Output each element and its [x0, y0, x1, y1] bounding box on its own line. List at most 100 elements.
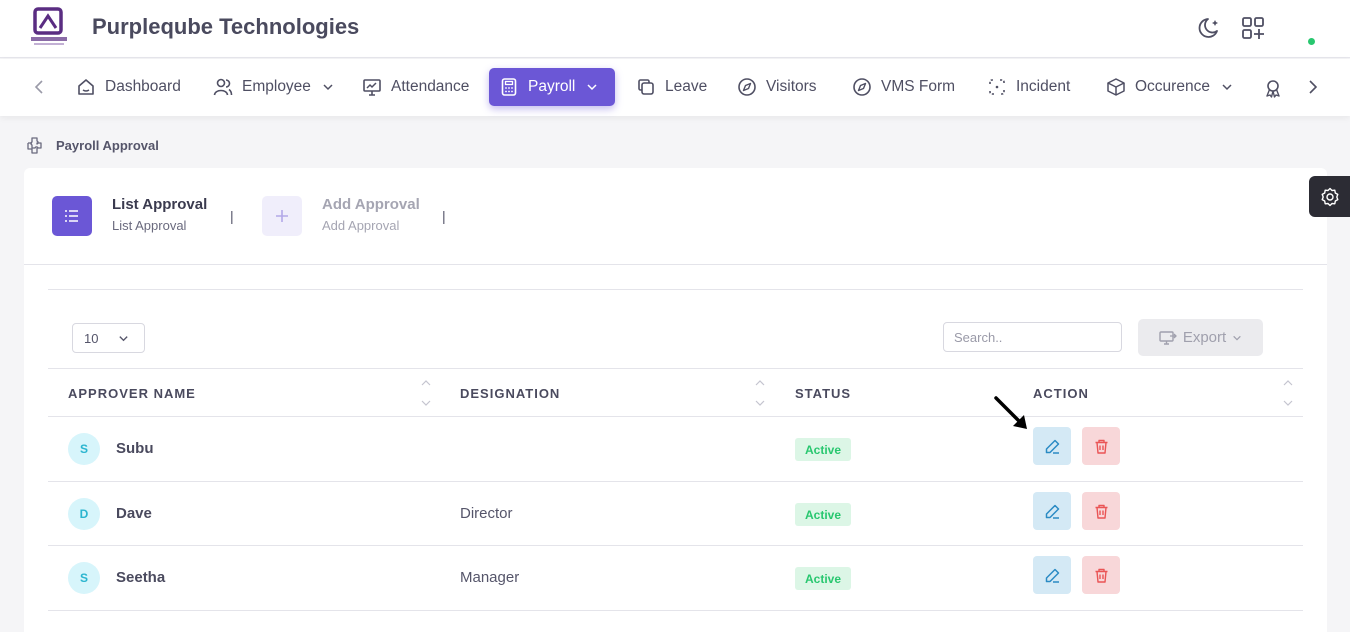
nav-leave[interactable]: Leave — [626, 68, 717, 106]
copy-icon — [638, 79, 654, 95]
avatar: S — [68, 562, 100, 594]
approver-name: Seetha — [116, 569, 166, 586]
nav-visitors[interactable]: Visitors — [727, 68, 827, 106]
delete-button[interactable] — [1082, 427, 1120, 465]
nav-occurence[interactable]: Occurence — [1096, 68, 1243, 106]
table-row: S Subu Active — [48, 417, 1303, 482]
chevron-down-icon — [323, 84, 333, 91]
top-header: Purpleqube Technologies — [0, 0, 1350, 58]
nav-scroll-left-icon[interactable] — [30, 77, 50, 97]
status-badge: Active — [795, 438, 852, 461]
page-length-value: 10 — [84, 330, 99, 346]
purpleqube-logo[interactable] — [30, 7, 68, 47]
nav-label: Payroll — [528, 78, 576, 95]
nav-employee[interactable]: Employee — [203, 68, 344, 106]
chevron-down-icon — [1233, 335, 1241, 341]
edit-icon — [1045, 504, 1059, 519]
apps-add-icon[interactable] — [1240, 15, 1266, 41]
nav-payroll[interactable]: Payroll — [489, 68, 615, 106]
edit-button[interactable] — [1033, 492, 1071, 530]
table-row: D Dave Director Active — [48, 482, 1303, 546]
chevron-down-icon — [587, 84, 597, 91]
nav-incident[interactable]: Incident — [977, 68, 1080, 106]
search-input[interactable] — [943, 322, 1122, 352]
approver-name: Subu — [116, 440, 154, 457]
award-icon[interactable] — [1263, 78, 1283, 98]
tab-add-approval-subtitle: Add Approval — [322, 218, 400, 233]
avatar: D — [68, 498, 100, 530]
monitor-chart-icon — [363, 79, 381, 96]
approver-designation: Director — [460, 505, 513, 522]
page-length-select[interactable]: 10 — [72, 323, 145, 353]
list-icon — [65, 210, 78, 222]
online-status-dot — [1308, 38, 1315, 45]
trash-icon — [1095, 504, 1107, 519]
breadcrumb: Payroll Approval — [25, 136, 159, 155]
column-designation[interactable]: DESIGNATION — [460, 386, 560, 401]
export-button[interactable]: Export — [1138, 319, 1263, 356]
edit-icon — [1045, 568, 1059, 583]
table-row: S Seetha Manager Active — [48, 546, 1303, 611]
chevron-down-icon — [119, 335, 129, 341]
tab-separator: | — [442, 208, 446, 224]
nav-label: Incident — [1016, 78, 1071, 95]
nav-scroll-right-icon[interactable] — [1302, 77, 1322, 97]
company-name: Purpleqube Technologies — [92, 14, 360, 39]
nav-label: Employee — [242, 78, 311, 95]
tab-add-approval[interactable]: Add Approval — [322, 196, 420, 213]
gear-icon — [1321, 187, 1338, 206]
column-action: ACTION — [1033, 386, 1089, 401]
export-label: Export — [1182, 329, 1227, 346]
mouse-pointer-arrow-icon — [994, 396, 1027, 429]
approver-name: Dave — [116, 505, 152, 522]
focus-icon — [989, 79, 1005, 95]
tab-separator: | — [230, 208, 234, 224]
status-badge: Active — [795, 567, 852, 590]
main-navbar: Dashboard Employee Attendance Payroll Le… — [0, 59, 1350, 116]
approval-table-panel: 10 Export APPROVER NAME DESIGNATION STAT… — [48, 289, 1303, 632]
edit-button[interactable] — [1033, 556, 1071, 594]
trash-icon — [1095, 568, 1107, 583]
nav-label: Visitors — [766, 78, 817, 95]
sort-icon[interactable] — [1283, 379, 1293, 407]
tab-list-approval-icon-box[interactable] — [52, 196, 92, 236]
tab-list-approval[interactable]: List Approval — [112, 196, 207, 213]
home-icon — [78, 79, 94, 95]
sort-icon[interactable] — [755, 379, 765, 407]
nav-dashboard[interactable]: Dashboard — [66, 68, 191, 106]
calculator-icon — [501, 78, 517, 96]
nav-attendance[interactable]: Attendance — [352, 68, 479, 106]
delete-button[interactable] — [1082, 556, 1120, 594]
breadcrumb-current: Payroll Approval — [56, 138, 159, 153]
tab-add-approval-icon-box[interactable] — [262, 196, 302, 236]
nav-label: Occurence — [1135, 78, 1210, 95]
trash-icon — [1095, 439, 1107, 454]
column-status[interactable]: STATUS — [795, 386, 851, 401]
tab-list-approval-subtitle: List Approval — [112, 218, 187, 233]
users-icon — [213, 78, 233, 96]
chevron-down-icon — [1222, 84, 1232, 91]
compass-icon — [738, 78, 756, 96]
puzzle-icon — [27, 137, 42, 154]
avatar: S — [68, 433, 100, 465]
status-badge: Active — [795, 503, 852, 526]
approval-tabs: List Approval List Approval | Add Approv… — [24, 168, 1327, 265]
box-icon — [1107, 78, 1125, 96]
edit-button[interactable] — [1033, 427, 1071, 465]
delete-button[interactable] — [1082, 492, 1120, 530]
table-header: APPROVER NAME DESIGNATION STATUS ACTION — [48, 368, 1303, 417]
edit-icon — [1045, 439, 1059, 454]
nav-vms-form[interactable]: VMS Form — [842, 68, 965, 106]
sort-icon[interactable] — [421, 379, 431, 407]
compass-icon — [853, 78, 871, 96]
nav-label: VMS Form — [881, 78, 956, 95]
nav-label: Attendance — [391, 78, 470, 95]
moon-icon[interactable] — [1197, 15, 1223, 41]
settings-toggle[interactable] — [1309, 176, 1350, 217]
plus-icon — [276, 210, 288, 222]
column-approver-name[interactable]: APPROVER NAME — [68, 386, 196, 401]
approver-designation: Manager — [460, 569, 520, 586]
nav-label: Leave — [665, 78, 708, 95]
approval-card: List Approval List Approval | Add Approv… — [24, 168, 1327, 632]
monitor-export-icon — [1159, 330, 1177, 345]
